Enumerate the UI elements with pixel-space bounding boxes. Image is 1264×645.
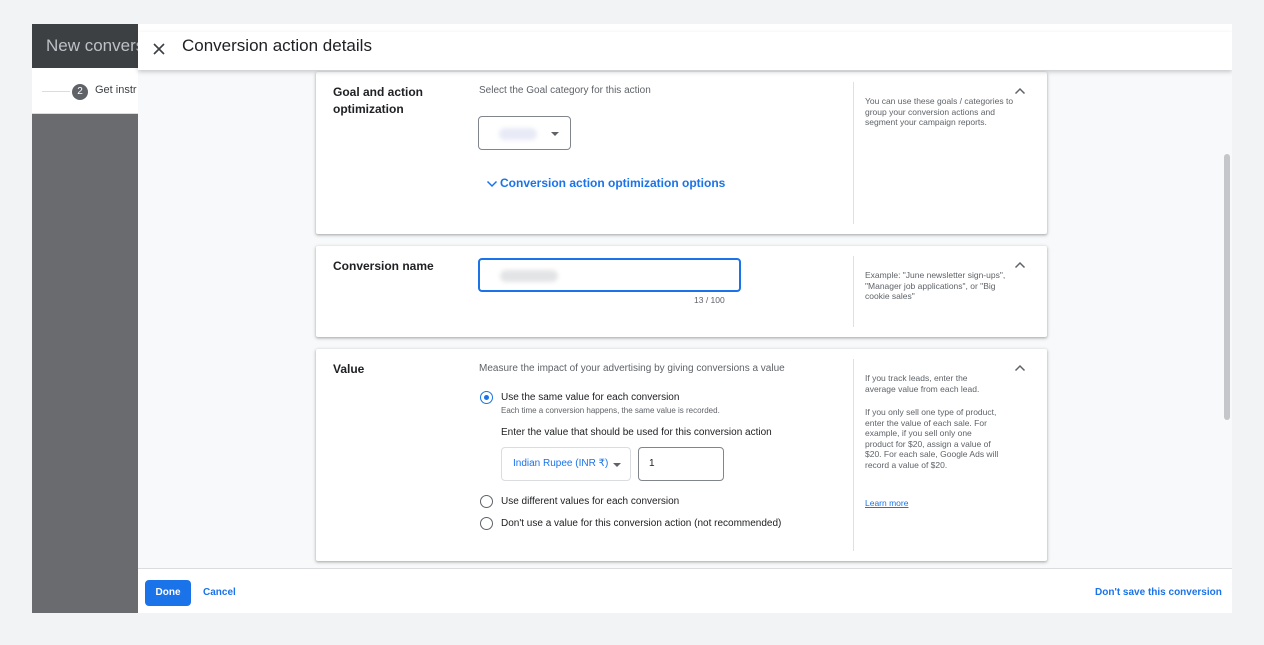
dialog-header: Conversion action details	[138, 32, 1232, 70]
optimization-options-link[interactable]: Conversion action optimization options	[486, 176, 725, 190]
dont-save-button[interactable]: Don't save this conversion	[1095, 587, 1222, 598]
collapse-value-button[interactable]	[1013, 361, 1027, 375]
currency-value: Indian Rupee (INR ₹)	[513, 458, 609, 469]
dialog-footer: Done Cancel Don't save this conversion	[138, 568, 1232, 613]
close-icon	[153, 43, 165, 55]
radio-same-value-sublabel: Each time a conversion happens, the same…	[501, 406, 720, 415]
goal-card-help: You can use these goals / categories to …	[865, 96, 1014, 127]
radio-no-value-label: Don't use a value for this conversion ac…	[501, 518, 782, 529]
value-card: Value Measure the impact of your adverti…	[316, 349, 1047, 561]
conversion-name-card: Conversion name 13 / 100 Example: "June …	[316, 246, 1047, 337]
collapse-goal-button[interactable]	[1013, 84, 1027, 98]
value-help-leads: If you track leads, enter the average va…	[865, 373, 980, 394]
radio-same-value[interactable]	[480, 391, 493, 404]
step-label: Get instr	[95, 84, 137, 96]
radio-different-values-label: Use different values for each conversion	[501, 496, 680, 507]
goal-category-select[interactable]	[478, 116, 571, 150]
character-counter: 13 / 100	[694, 295, 725, 305]
value-help-product: If you only sell one type of product, en…	[865, 407, 999, 470]
radio-different-values[interactable]	[480, 495, 493, 508]
stepper-line	[42, 91, 70, 92]
currency-select[interactable]: Indian Rupee (INR ₹)	[501, 447, 631, 481]
optimization-options-label: Conversion action optimization options	[500, 176, 726, 190]
goal-card-description: Select the Goal category for this action	[479, 85, 651, 96]
conversion-name-input[interactable]	[478, 258, 741, 292]
card-divider	[853, 359, 854, 551]
value-card-description: Measure the impact of your advertising b…	[479, 363, 785, 374]
background-scrim	[32, 114, 138, 613]
background-stepper: 2 Get instr	[32, 68, 138, 114]
goal-category-value	[499, 128, 537, 140]
close-button[interactable]	[150, 40, 168, 58]
conversion-name-value	[500, 270, 558, 282]
collapse-name-button[interactable]	[1013, 258, 1027, 272]
chevron-up-icon	[1014, 364, 1026, 372]
card-divider	[853, 82, 854, 224]
dropdown-caret-icon	[551, 132, 559, 136]
goal-card-label: Goal and action optimization	[333, 85, 424, 116]
learn-more-link[interactable]: Learn more	[865, 498, 1015, 509]
chevron-down-icon	[486, 180, 498, 188]
radio-same-value-label: Use the same value for each conversion	[501, 392, 680, 403]
chevron-up-icon	[1014, 87, 1026, 95]
background-page-header: New convers	[32, 24, 138, 68]
conversion-action-details-dialog: Conversion action details Goal and actio…	[138, 32, 1232, 613]
dialog-content: Goal and action optimization Select the …	[138, 70, 1232, 568]
conversion-name-label: Conversion name	[333, 259, 434, 273]
value-amount-input[interactable]: 1	[638, 447, 724, 481]
vertical-scrollbar[interactable]	[1224, 154, 1230, 420]
dropdown-caret-icon	[613, 463, 621, 467]
value-amount: 1	[649, 458, 655, 469]
done-button[interactable]: Done	[145, 580, 191, 606]
cancel-button[interactable]: Cancel	[203, 587, 236, 598]
goal-optimization-card: Goal and action optimization Select the …	[316, 72, 1047, 234]
step-number-badge: 2	[72, 84, 88, 100]
radio-no-value[interactable]	[480, 517, 493, 530]
card-divider	[853, 256, 854, 327]
enter-value-label: Enter the value that should be used for …	[501, 427, 772, 438]
conversion-name-help: Example: "June newsletter sign-ups", "Ma…	[865, 270, 1006, 301]
background-page-title: New convers	[46, 36, 138, 55]
dialog-title: Conversion action details	[182, 36, 372, 55]
value-card-label: Value	[333, 362, 365, 376]
screen-frame: New convers 2 Get instr Conversion actio…	[32, 24, 1232, 613]
chevron-up-icon	[1014, 261, 1026, 269]
